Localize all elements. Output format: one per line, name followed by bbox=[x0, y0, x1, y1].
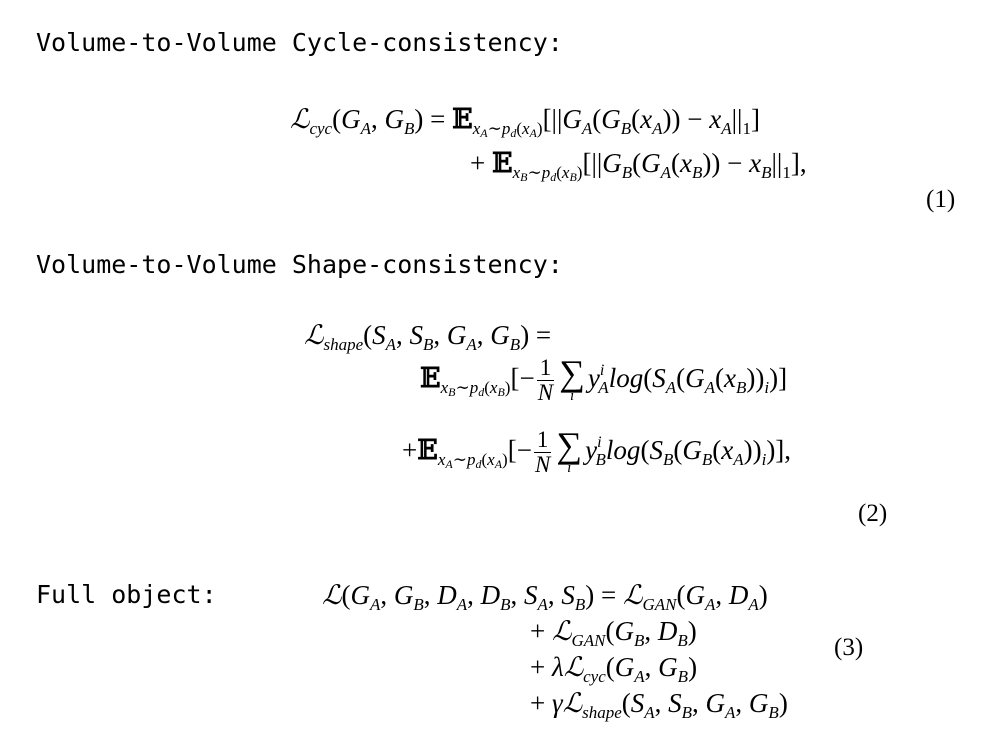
equation-1-line-2: + 𝔼xB∼pd(xB)[||GB(GA(xB)) − xB||1], bbox=[470, 148, 807, 184]
cycle-consistency-heading: Volume-to-Volume Cycle-consistency: bbox=[36, 28, 563, 57]
equation-2-number: (2) bbox=[858, 500, 888, 527]
equation-3-line-2: + ℒGAN(GB, DB) bbox=[530, 616, 697, 650]
equation-2-line-2: 𝔼xB∼pd(xB)[− 1 N ∑ i yiAlog(SA(GA(xB))i)] bbox=[420, 352, 788, 406]
equation-1-line-1: ℒcyc(GA, GB) = 𝔼xA∼pd(xA)[||GA(GB(xA)) −… bbox=[290, 104, 760, 140]
equation-3-line-4: + γℒshape(SA, SB, GA, GB) bbox=[530, 688, 788, 722]
equation-2-line-3: +𝔼xA∼pd(xA)[− 1 N ∑ i yiBlog(SB(GB(xA))i)], bbox=[402, 424, 792, 478]
equation-3-number: (3) bbox=[834, 634, 864, 661]
equation-3-line-1: ℒ(GA, GB, DA, DB, SA, SB) = ℒGAN(GA, DA) bbox=[322, 580, 768, 614]
equation-2-line-1: ℒshape(SA, SB, GA, GB) = bbox=[304, 320, 552, 354]
equation-3-line-3: + λℒcyc(GA, GB) bbox=[530, 652, 698, 686]
full-objective-heading: Full object: bbox=[36, 580, 217, 609]
equation-1-number: (1) bbox=[926, 186, 956, 213]
shape-consistency-heading: Volume-to-Volume Shape-consistency: bbox=[36, 250, 563, 279]
